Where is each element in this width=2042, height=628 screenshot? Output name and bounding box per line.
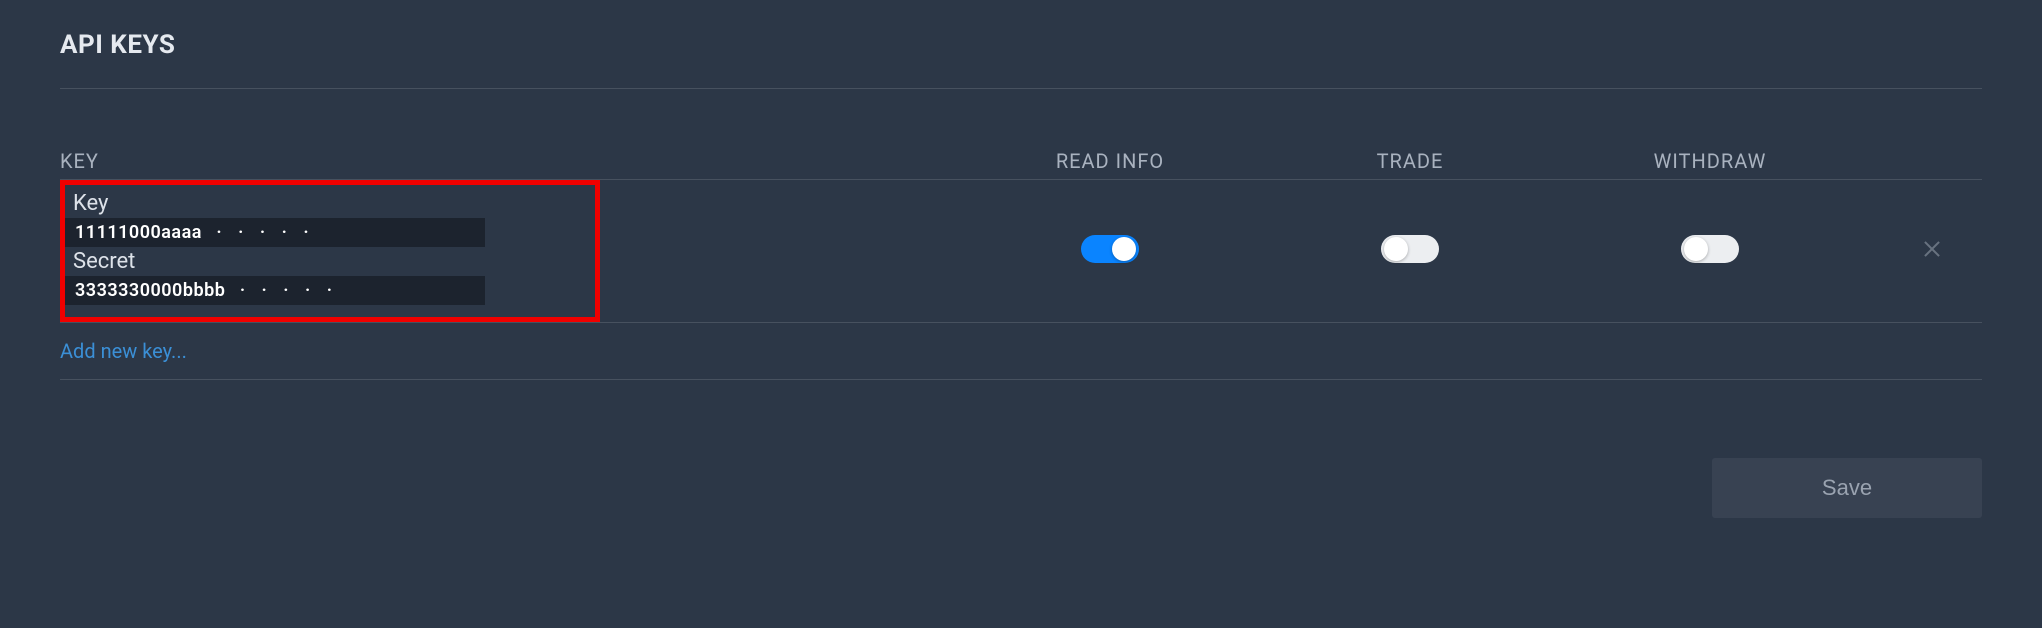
close-icon[interactable] [1922,239,1942,259]
table-header: KEY READ INFO TRADE WITHDRAW [60,149,1982,180]
read-info-toggle[interactable] [1081,235,1139,263]
column-header-read-info: READ INFO [960,149,1260,173]
secret-field-value[interactable]: 3333330000bbbb · · · · · [65,276,485,305]
key-highlight-box: Key 11111000aaaa · · · · · Secret 333333… [60,180,600,322]
save-button[interactable]: Save [1712,458,1982,518]
withdraw-toggle[interactable] [1681,235,1739,263]
column-header-key: KEY [60,149,960,173]
column-header-trade: TRADE [1260,149,1560,173]
secret-field-label: Secret [65,249,587,274]
page-title: API KEYS [60,30,1982,89]
column-header-withdraw: WITHDRAW [1560,149,1860,173]
api-key-row: Key 11111000aaaa · · · · · Secret 333333… [60,180,1982,323]
trade-toggle[interactable] [1381,235,1439,263]
key-field-label: Key [65,191,587,216]
key-field-value[interactable]: 11111000aaaa · · · · · [65,218,485,247]
add-new-key-link[interactable]: Add new key... [60,339,187,363]
